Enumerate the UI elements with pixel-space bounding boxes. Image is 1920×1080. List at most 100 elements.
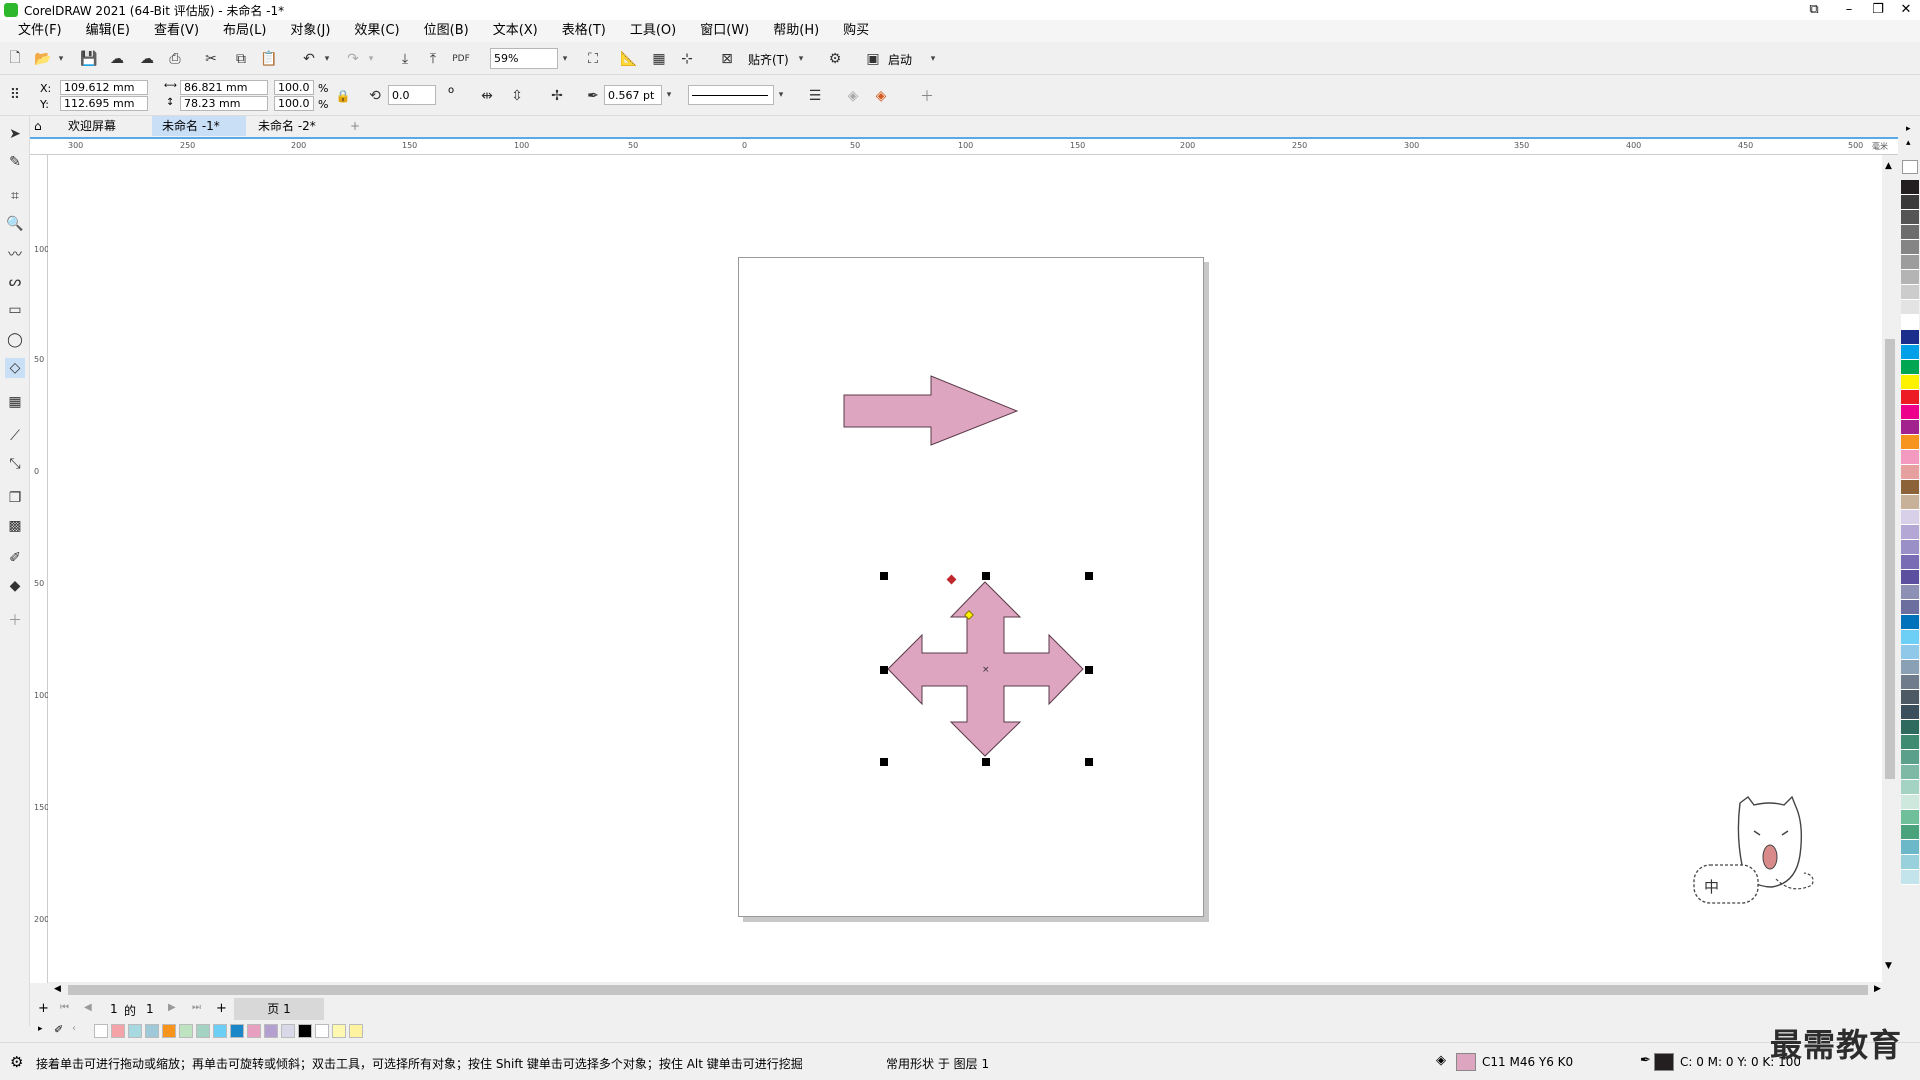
- palette-swatch[interactable]: [1901, 825, 1919, 840]
- right-arrow-shape[interactable]: [843, 375, 1019, 446]
- palette-swatch[interactable]: [1901, 645, 1919, 660]
- palette-swatch[interactable]: [1901, 435, 1919, 450]
- palette-swatch[interactable]: [1901, 270, 1919, 285]
- palette-header: ▸ ▴: [1900, 116, 1920, 176]
- add-page-before-icon[interactable]: +: [38, 1001, 49, 1016]
- scroll-right-icon[interactable]: ▶: [1874, 984, 1881, 994]
- document-palette-swatch[interactable]: [179, 1024, 193, 1038]
- palette-swatch[interactable]: [1901, 660, 1919, 675]
- outline-color-swatch[interactable]: [1654, 1053, 1674, 1071]
- document-palette-swatch[interactable]: [349, 1024, 363, 1038]
- palette-swatch[interactable]: [1901, 360, 1919, 375]
- no-color-swatch[interactable]: [1902, 160, 1918, 174]
- palette-up-icon[interactable]: ▴: [1906, 138, 1911, 148]
- palette-swatch[interactable]: [1901, 765, 1919, 780]
- sticker-badge-text: 中: [1704, 878, 1719, 896]
- palette-swatch[interactable]: [1901, 600, 1919, 615]
- shapes-layer: ×: [843, 375, 1093, 766]
- scroll-down-icon[interactable]: ▼: [1885, 961, 1892, 971]
- palette-swatch[interactable]: [1901, 315, 1919, 330]
- palette-swatch[interactable]: [1901, 300, 1919, 315]
- fill-icon: ◈: [1436, 1053, 1446, 1068]
- palette-swatch[interactable]: [1901, 855, 1919, 870]
- document-palette[interactable]: ▸ ✐ ‹: [30, 1021, 1900, 1041]
- document-palette-swatch[interactable]: [332, 1024, 346, 1038]
- status-object-info: 常用形状 于 图层 1: [886, 1057, 990, 1071]
- last-page-icon[interactable]: ⏭: [192, 1002, 201, 1013]
- vertical-scroll-thumb[interactable]: [1885, 339, 1895, 779]
- palette-swatch[interactable]: [1901, 255, 1919, 270]
- previous-page-icon[interactable]: ◀: [84, 1002, 92, 1013]
- document-palette-swatch[interactable]: [264, 1024, 278, 1038]
- status-hint-text: 接着单击可进行拖动或缩放；再单击可旋转或倾斜；双击工具，可选择所有对象；按住 S…: [36, 1057, 803, 1071]
- palette-swatch[interactable]: [1901, 345, 1919, 360]
- palette-swatch[interactable]: [1901, 735, 1919, 750]
- palette-swatch[interactable]: [1901, 285, 1919, 300]
- palette-swatch[interactable]: [1901, 405, 1919, 420]
- document-palette-swatch[interactable]: [213, 1024, 227, 1038]
- palette-swatch[interactable]: [1901, 840, 1919, 855]
- page-of-label: 的: [124, 1004, 137, 1018]
- palette-swatch[interactable]: [1901, 480, 1919, 495]
- document-palette-swatch[interactable]: [315, 1024, 329, 1038]
- palette-swatch[interactable]: [1901, 210, 1919, 225]
- palette-swatch[interactable]: [1901, 390, 1919, 405]
- palette-swatch[interactable]: [1901, 555, 1919, 570]
- vertical-scrollbar[interactable]: ▲ ▼: [1882, 155, 1898, 983]
- status-settings-gear-icon[interactable]: ⚙: [10, 1053, 23, 1071]
- palette-swatch[interactable]: [1901, 180, 1919, 195]
- rotation-handle[interactable]: [946, 574, 957, 585]
- document-palette-swatch[interactable]: [145, 1024, 159, 1038]
- palette-swatch[interactable]: [1901, 675, 1919, 690]
- first-page-icon[interactable]: ⏮: [60, 1002, 69, 1013]
- palette-swatch[interactable]: [1901, 540, 1919, 555]
- horizontal-scroll-thumb[interactable]: [68, 985, 1868, 995]
- document-palette-swatch[interactable]: [94, 1024, 108, 1038]
- palette-swatch[interactable]: [1901, 720, 1919, 735]
- palette-swatch[interactable]: [1901, 810, 1919, 825]
- palette-swatch[interactable]: [1901, 870, 1919, 885]
- palette-swatch[interactable]: [1901, 525, 1919, 540]
- document-palette-swatch[interactable]: [111, 1024, 125, 1038]
- doc-palette-expand-icon[interactable]: ▸: [38, 1024, 43, 1034]
- document-palette-swatch[interactable]: [230, 1024, 244, 1038]
- palette-swatch[interactable]: [1901, 795, 1919, 810]
- palette-swatch[interactable]: [1901, 495, 1919, 510]
- fill-color-swatch[interactable]: [1456, 1053, 1476, 1071]
- scroll-left-icon[interactable]: ◀: [54, 984, 61, 994]
- palette-swatch[interactable]: [1901, 750, 1919, 765]
- outline-pen-status-icon: ✒: [1640, 1053, 1651, 1068]
- palette-swatch[interactable]: [1901, 615, 1919, 630]
- next-page-icon[interactable]: ▶: [168, 1002, 176, 1013]
- palette-swatch[interactable]: [1901, 570, 1919, 585]
- center-mark: ×: [982, 665, 990, 675]
- palette-swatch[interactable]: [1901, 420, 1919, 435]
- doc-palette-scroll-left-icon[interactable]: ‹: [72, 1023, 76, 1034]
- document-palette-swatch[interactable]: [162, 1024, 176, 1038]
- palette-swatch[interactable]: [1901, 585, 1919, 600]
- palette-swatch[interactable]: [1901, 465, 1919, 480]
- palette-swatch[interactable]: [1901, 630, 1919, 645]
- palette-swatch[interactable]: [1901, 330, 1919, 345]
- doc-palette-eyedropper-icon[interactable]: ✐: [54, 1023, 63, 1036]
- horizontal-scrollbar[interactable]: ◀ ▶: [48, 982, 1898, 998]
- palette-swatch[interactable]: [1901, 450, 1919, 465]
- color-palette[interactable]: [1900, 180, 1920, 1010]
- scroll-up-icon[interactable]: ▲: [1885, 161, 1892, 171]
- palette-swatch[interactable]: [1901, 780, 1919, 795]
- page-1-tab[interactable]: 页 1: [234, 998, 324, 1020]
- document-palette-swatch[interactable]: [247, 1024, 261, 1038]
- document-palette-swatch[interactable]: [281, 1024, 295, 1038]
- document-palette-swatch[interactable]: [298, 1024, 312, 1038]
- palette-swatch[interactable]: [1901, 375, 1919, 390]
- palette-swatch[interactable]: [1901, 690, 1919, 705]
- document-palette-swatch[interactable]: [128, 1024, 142, 1038]
- palette-swatch[interactable]: [1901, 510, 1919, 525]
- document-palette-swatch[interactable]: [196, 1024, 210, 1038]
- palette-swatch[interactable]: [1901, 240, 1919, 255]
- palette-expand-icon[interactable]: ▸: [1906, 124, 1911, 134]
- palette-swatch[interactable]: [1901, 195, 1919, 210]
- add-page-after-icon[interactable]: +: [216, 1001, 227, 1016]
- palette-swatch[interactable]: [1901, 225, 1919, 240]
- palette-swatch[interactable]: [1901, 705, 1919, 720]
